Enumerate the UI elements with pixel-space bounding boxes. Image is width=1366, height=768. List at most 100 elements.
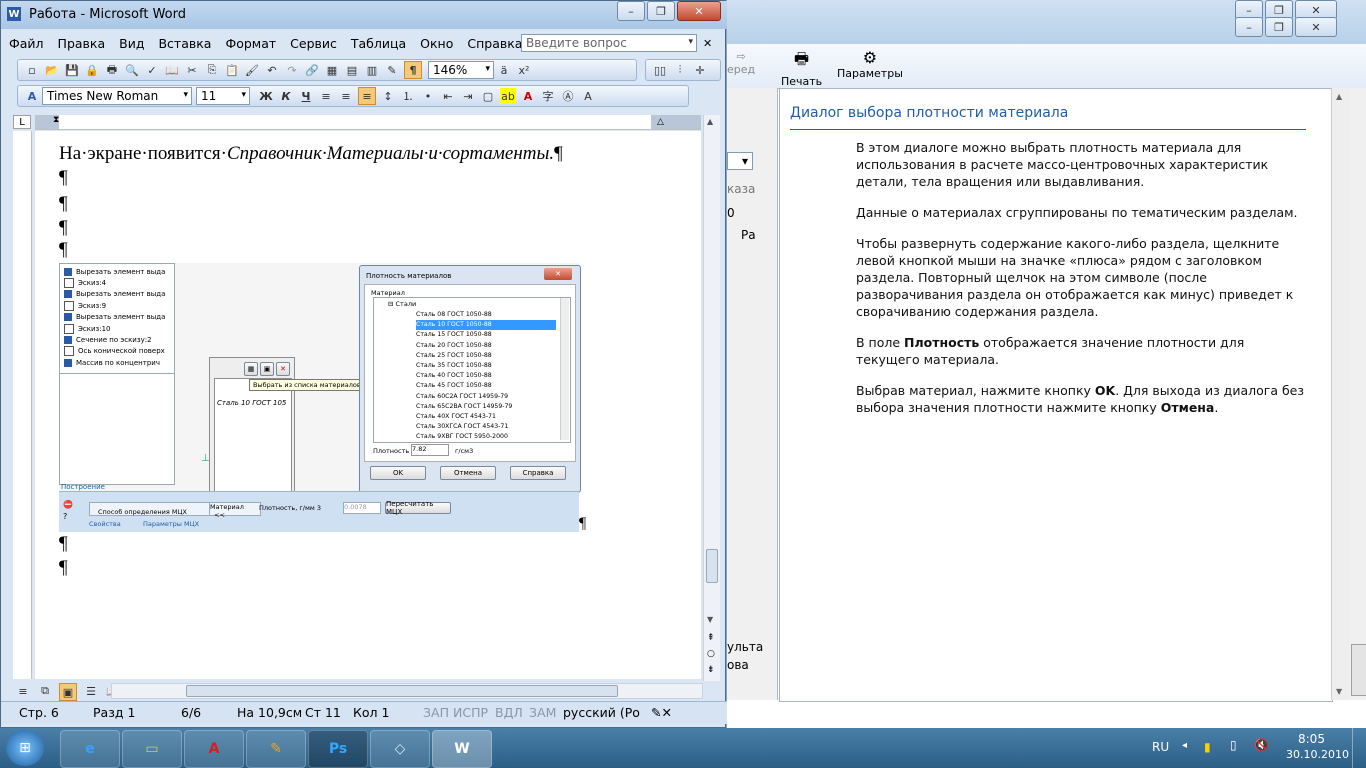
prev-page-icon[interactable]: ⇞ bbox=[707, 633, 715, 643]
numbering-icon[interactable]: ⒈ bbox=[400, 88, 416, 104]
embedded-screenshot-image[interactable]: Вырезать элемент выда Эскиз:4 Вырезать эле… bbox=[59, 263, 581, 532]
internet-explorer-icon[interactable]: e bbox=[60, 730, 120, 768]
density-field[interactable]: 7.82 bbox=[411, 444, 449, 456]
font-color-icon[interactable]: A bbox=[520, 88, 536, 104]
decrease-indent-icon[interactable]: ⇤ bbox=[440, 88, 456, 104]
material-tree-item[interactable]: Сталь 9ХВГ ГОСТ 5950-2000 bbox=[416, 432, 556, 442]
drawing-icon[interactable]: ✎ bbox=[384, 62, 400, 78]
normal-view-icon[interactable]: ≡ bbox=[15, 683, 31, 699]
split-icon[interactable]: ▯▯ bbox=[652, 62, 668, 78]
density-help-button[interactable]: Справка bbox=[510, 466, 566, 480]
spelling-status-icon[interactable]: ✎✕ bbox=[651, 705, 672, 720]
copy-icon[interactable]: ⎘ bbox=[204, 62, 220, 78]
volume-muted-icon[interactable]: 🔇 bbox=[1254, 738, 1269, 752]
material-tree-item[interactable]: Сталь 08 ГОСТ 1050-88 bbox=[416, 310, 556, 320]
show-desktop-button[interactable] bbox=[1352, 728, 1366, 768]
cut-icon[interactable]: ✂ bbox=[184, 62, 200, 78]
help-restore-button[interactable]: ❐ bbox=[1265, 17, 1293, 37]
material-tree-item[interactable]: Сталь 30ХГСА ГОСТ 4543-71 bbox=[416, 422, 556, 432]
document-line[interactable]: На·экране·появится·Справочник·Материалы·… bbox=[59, 143, 563, 165]
format-painter-icon[interactable]: 🖌 bbox=[244, 62, 260, 78]
menu-window[interactable]: Окно bbox=[420, 36, 453, 51]
line-spacing-icon[interactable]: ↕ bbox=[380, 88, 396, 104]
help-print-button[interactable]: 🖶 Печать bbox=[781, 48, 822, 88]
material-tree-item[interactable]: Сталь 40Х ГОСТ 4543-71 bbox=[416, 412, 556, 422]
material-tree-item[interactable]: Сталь 25 ГОСТ 1050-88 bbox=[416, 351, 556, 361]
model-tree-item[interactable]: Эскиз:9 bbox=[64, 300, 174, 311]
menu-table[interactable]: Таблица bbox=[351, 36, 406, 51]
density-dialog-close-icon[interactable]: ✕ bbox=[544, 268, 572, 280]
help-close-button[interactable]: ✕ bbox=[1295, 17, 1337, 37]
material-tree-item[interactable]: Сталь 60С2А ГОСТ 14959-79 bbox=[416, 392, 556, 402]
highlight-icon[interactable]: ab bbox=[500, 88, 516, 104]
vertical-ruler[interactable] bbox=[13, 131, 32, 679]
paste-icon[interactable]: 📋 bbox=[224, 62, 240, 78]
help-back-button[interactable]: ⇨ еред bbox=[727, 50, 755, 76]
help-minimize-button[interactable]: – bbox=[1235, 17, 1263, 37]
print-preview-icon[interactable]: 🔍 bbox=[124, 62, 140, 78]
menu-format[interactable]: Формат bbox=[225, 36, 276, 51]
scroll-down-icon[interactable]: ▼ bbox=[707, 615, 713, 624]
tray-expand-icon[interactable]: ◂ bbox=[1182, 740, 1187, 751]
close-button[interactable]: ✕ bbox=[677, 1, 721, 21]
browse-object-icon[interactable]: ○ bbox=[707, 649, 715, 659]
print-layout-icon[interactable]: ▣ bbox=[59, 683, 77, 701]
indent-marker-icon[interactable]: ⧗ bbox=[53, 115, 63, 129]
kompas-icon[interactable]: ◇ bbox=[370, 730, 430, 768]
underline-button[interactable]: Ч bbox=[298, 88, 314, 104]
menu-tools[interactable]: Сервис bbox=[290, 36, 337, 51]
density-ok-button[interactable]: OK bbox=[370, 466, 426, 480]
model-tree-item[interactable]: Эскиз:10 bbox=[64, 323, 174, 334]
open-icon[interactable]: 📂 bbox=[44, 62, 60, 78]
print-icon[interactable]: 🖶 bbox=[104, 62, 120, 78]
redo-icon[interactable]: ↷ bbox=[284, 62, 300, 78]
permission-icon[interactable]: 🔒 bbox=[84, 62, 100, 78]
next-page-icon[interactable]: ⇟ bbox=[707, 665, 715, 675]
right-indent-marker-icon[interactable]: △ bbox=[657, 117, 664, 127]
research-icon[interactable]: 📖 bbox=[164, 62, 180, 78]
zoom-combo[interactable]: 146% ▾ bbox=[428, 61, 494, 79]
scroll-up-icon[interactable]: ▲ bbox=[1336, 92, 1342, 101]
explorer-icon[interactable]: ▭ bbox=[122, 730, 182, 768]
h-scroll-thumb[interactable] bbox=[186, 685, 618, 697]
model-tree-item[interactable]: Вырезать элемент выда bbox=[64, 312, 174, 323]
network-icon[interactable]: ▮ bbox=[1204, 740, 1211, 754]
select-material-icon[interactable]: ▦ bbox=[244, 362, 258, 376]
excel-icon[interactable]: ▤ bbox=[344, 62, 360, 78]
material-tree-item[interactable]: Сталь 15 ГОСТ 1050-88 bbox=[416, 330, 556, 340]
superscript-icon[interactable]: x² bbox=[516, 62, 532, 78]
italic-button[interactable]: К bbox=[278, 88, 294, 104]
font-name-combo[interactable]: Times New Roman ▾ bbox=[42, 87, 192, 105]
bottom-density-field[interactable]: 0.0078 bbox=[343, 502, 381, 514]
char-scale-icon[interactable]: A bbox=[580, 88, 596, 104]
undo-icon[interactable]: ↶ bbox=[264, 62, 280, 78]
material-tree-item[interactable]: Сталь 20 ГОСТ 1050-88 bbox=[416, 341, 556, 351]
material-tree-item[interactable]: Сталь 45 ГОСТ 1050-88 bbox=[416, 381, 556, 391]
read-icon[interactable]: ä bbox=[496, 62, 512, 78]
model-tree-item[interactable]: Эскиз:4 bbox=[64, 277, 174, 289]
model-tree-item[interactable]: Сечение по эскизу:2 bbox=[64, 334, 174, 345]
bold-button[interactable]: Ж bbox=[258, 88, 274, 104]
cancel-icon[interactable]: ✕ bbox=[276, 362, 290, 376]
font-size-combo[interactable]: 11 ▾ bbox=[196, 87, 250, 105]
borders-icon[interactable]: ▢ bbox=[480, 88, 496, 104]
horizontal-ruler[interactable]: ⧗ △ bbox=[35, 115, 701, 130]
menu-help[interactable]: Справка bbox=[467, 36, 522, 51]
status-rec[interactable]: ЗАП bbox=[423, 705, 449, 720]
tab-selector[interactable]: L bbox=[13, 115, 31, 129]
material-tree-root[interactable]: ⊟ Стали bbox=[388, 300, 416, 308]
material-tree-item[interactable]: Сталь 40 ГОСТ 1050-88 bbox=[416, 371, 556, 381]
styles-icon[interactable]: A bbox=[24, 88, 40, 104]
clock-time[interactable]: 8:05 bbox=[1298, 732, 1325, 746]
menu-edit[interactable]: Правка bbox=[58, 36, 106, 51]
phonetic-icon[interactable]: 字 bbox=[540, 88, 556, 104]
menu-view[interactable]: Вид bbox=[119, 36, 144, 51]
table-icon[interactable]: ▦ bbox=[324, 62, 340, 78]
menu-file[interactable]: Файл bbox=[9, 36, 44, 51]
align-justify-icon[interactable]: ≡ bbox=[358, 87, 376, 105]
help-icon[interactable]: ? bbox=[63, 512, 67, 521]
word-app-icon[interactable]: W bbox=[7, 7, 21, 21]
align-left-icon[interactable]: ≡ bbox=[318, 88, 334, 104]
close-document-icon[interactable]: ✕ bbox=[703, 37, 712, 50]
help-scrollbar[interactable]: ▲ ▼ bbox=[1331, 88, 1350, 700]
